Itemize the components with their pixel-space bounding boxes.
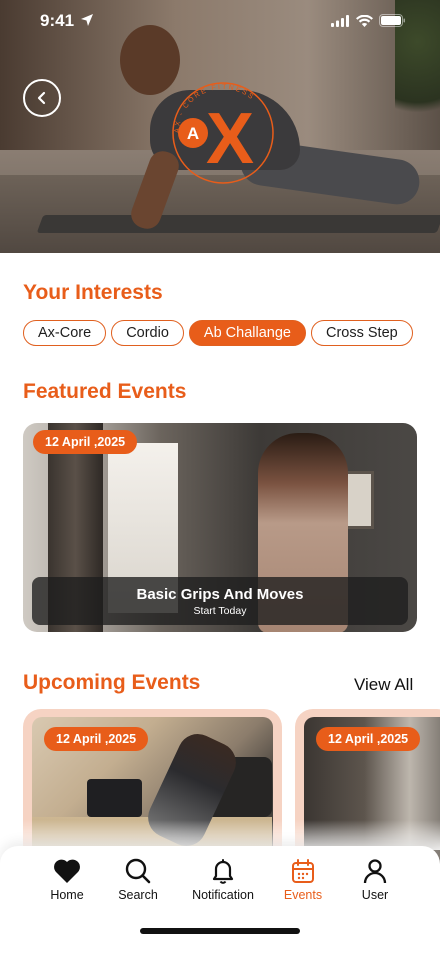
calendar-icon [292,859,314,883]
upcoming-title: Upcoming Events [23,671,201,694]
featured-caption: Basic Grips And Moves Start Today [32,577,408,625]
bell-icon [212,859,234,884]
tab-user-label: User [361,888,389,902]
interests-title: Your Interests [23,281,163,304]
featured-event-card[interactable]: 12 April ,2025 Basic Grips And Moves Sta… [23,423,417,632]
hero-image: AX - CORE FITNESS A X 9:41 [0,0,440,253]
chip-ab-challange[interactable]: Ab Challange [188,320,306,346]
tab-home-label: Home [50,888,84,902]
wifi-icon [356,14,373,27]
chip-cordio[interactable]: Cordio [111,320,184,346]
chevron-left-icon [37,91,46,105]
tab-notification-label: Notification [192,888,254,902]
card-ottoman [87,779,142,817]
chip-ax-core[interactable]: Ax-Core [23,320,107,346]
view-all-link[interactable]: View All [354,675,413,695]
heart-icon [54,859,80,883]
user-icon [363,859,387,884]
featured-title: Featured Events [23,380,187,403]
location-arrow-icon [81,14,93,26]
chip-cross-step[interactable]: Cross Step [310,320,413,346]
featured-event-title: Basic Grips And Moves [136,585,304,603]
yoga-mat [36,215,440,233]
featured-date-badge: 12 April ,2025 [33,430,138,454]
status-time: 9:41 [40,11,75,30]
tab-search-label: Search [118,888,158,902]
tab-events-label: Events [283,888,323,902]
battery-icon [379,14,405,27]
status-bar: 9:41 [0,0,440,44]
upcoming-date-badge: 12 April ,2025 [44,727,149,751]
home-indicator [140,928,300,934]
ax-logo: AX - CORE FITNESS A X [172,82,274,184]
logo-letter-x: X [206,99,254,179]
bottom-tab-bar: Home Search Notification Events User [0,846,440,956]
signal-icon [331,14,349,27]
logo-letter-a: A [187,124,199,143]
back-button[interactable] [23,79,61,117]
interest-chips: Ax-Core Cordio Ab Challange Cross Step [23,320,413,346]
featured-event-subtitle: Start Today [193,604,247,617]
tab-notification[interactable]: Notification [178,858,268,902]
upcoming-date-badge: 12 April ,2025 [316,727,421,751]
tab-search[interactable]: Search [93,858,183,902]
search-icon [125,858,151,884]
tab-user[interactable]: User [330,858,420,902]
